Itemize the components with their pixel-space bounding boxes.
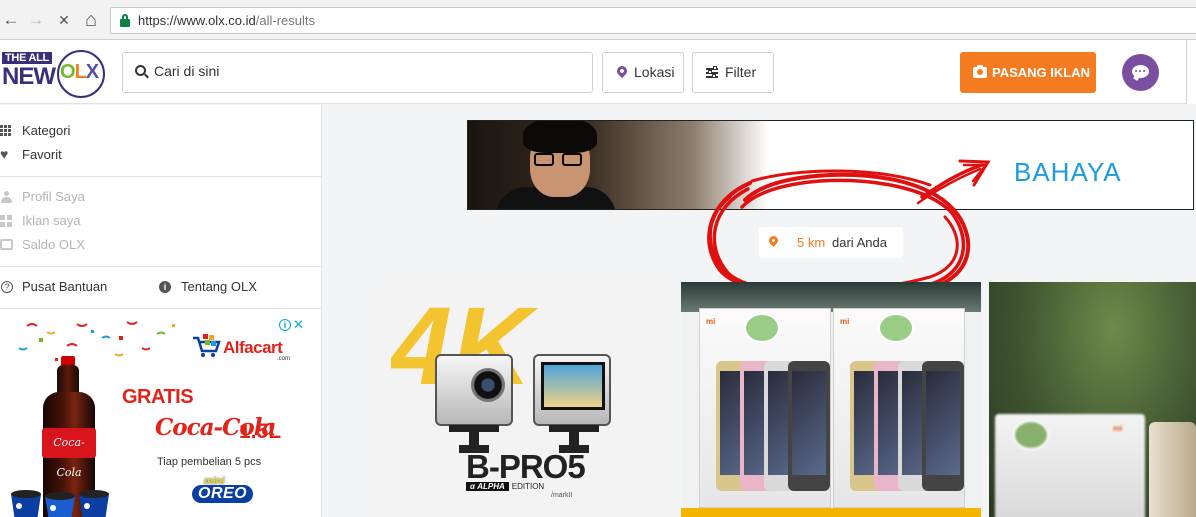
help-icon: ? xyxy=(1,281,13,293)
sidebar-item-label: Favorit xyxy=(22,147,62,162)
search-box[interactable] xyxy=(122,52,593,93)
sidebar-divider xyxy=(0,266,322,267)
ads-icon xyxy=(0,215,12,227)
location-button[interactable]: Lokasi xyxy=(602,52,684,93)
distance-filter[interactable]: 5 km dari Anda xyxy=(759,227,903,258)
heart-icon: ♥ xyxy=(0,146,9,162)
action-camera-front xyxy=(435,354,513,426)
listing-card[interactable]: 4K B-PRO5 α ALPHA EDITION /markII xyxy=(373,282,673,517)
sidebar-divider xyxy=(0,176,322,177)
search-input[interactable] xyxy=(154,63,574,79)
ad-gratis: GRATIS xyxy=(122,386,194,408)
listing-card[interactable]: mi xyxy=(989,282,1196,517)
logo-wordmark: OLX xyxy=(60,61,99,83)
promo-banner[interactable]: BAHAYA xyxy=(467,120,1194,210)
product-box: mi xyxy=(995,414,1145,517)
url-host: https://www.olx.co.id xyxy=(138,13,256,28)
home-icon[interactable]: ⌂ xyxy=(80,9,102,31)
sticker xyxy=(744,313,780,343)
url-path: /all-results xyxy=(255,13,316,28)
oreo-brand: OREO xyxy=(192,485,254,503)
bottle-label: Coca-Cola xyxy=(42,428,96,479)
search-icon xyxy=(135,65,149,79)
grid-icon xyxy=(0,125,12,137)
adchoices-info-icon[interactable]: i xyxy=(279,319,291,331)
listing-model: /markII xyxy=(551,492,573,499)
location-label: Lokasi xyxy=(634,64,675,80)
alfacart-domain: .com xyxy=(277,356,291,362)
back-icon[interactable]: ← xyxy=(0,9,22,31)
ad-size: 1.5L xyxy=(239,420,282,443)
post-ad-button[interactable]: PASANG IKLAN xyxy=(960,52,1096,93)
logo-new: NEW xyxy=(2,63,56,90)
location-pin-icon xyxy=(614,63,630,79)
sidebar: Kategori ♥ Favorit Profil Saya Iklan say… xyxy=(0,105,322,517)
4k-graphic: 4K xyxy=(391,304,539,394)
wallet-icon xyxy=(0,239,13,250)
sidebar-item-label: Kategori xyxy=(22,123,71,138)
confetti-graphic xyxy=(18,321,175,361)
cart-icon xyxy=(193,334,221,357)
listing-product: B-PRO5 xyxy=(466,448,586,485)
chat-button[interactable] xyxy=(1122,54,1159,91)
site-header: THE ALL NEW OLX Lokasi Filter PASANG IKL… xyxy=(0,40,1196,104)
sticker xyxy=(878,313,914,343)
chat-icon xyxy=(1132,65,1149,81)
help-label: Pusat Bantuan xyxy=(22,279,108,294)
post-ad-label: PASANG IKLAN xyxy=(992,65,1090,80)
scrollbar[interactable] xyxy=(1186,40,1196,104)
camera-icon xyxy=(973,65,987,78)
ad-terms: Tiap pembelian 5 pcs xyxy=(157,456,262,468)
adchoices[interactable]: i ✕ xyxy=(278,318,306,332)
phone-box: mi xyxy=(833,308,965,508)
olx-logo[interactable]: THE ALL NEW OLX xyxy=(0,49,108,98)
listing-edition: α ALPHA EDITION xyxy=(466,482,544,491)
card-footer-bar xyxy=(681,508,981,517)
sidebar-divider xyxy=(0,308,322,309)
oreo-cups-image xyxy=(11,490,109,517)
address-bar[interactable]: https://www.olx.co.id/all-results xyxy=(110,7,1196,34)
url-text: https://www.olx.co.id/all-results xyxy=(138,13,315,28)
user-icon xyxy=(1,191,12,203)
adchoices-close-icon[interactable]: ✕ xyxy=(293,318,304,333)
browser-toolbar: ← → ✕ ⌂ https://www.olx.co.id/all-result… xyxy=(0,0,1196,40)
filter-label: Filter xyxy=(725,64,757,80)
distance-value: 5 km xyxy=(797,235,826,250)
power-bank-image xyxy=(1149,422,1196,517)
sidebar-item-label: Iklan saya xyxy=(22,213,81,228)
sidebar-item-label: Profil Saya xyxy=(22,189,85,204)
forward-icon[interactable]: → xyxy=(25,9,47,31)
sidebar-item-label: Saldo OLX xyxy=(22,237,85,252)
banner-photo xyxy=(468,121,768,209)
filter-icon xyxy=(706,66,718,78)
banner-headline: BAHAYA xyxy=(1014,157,1122,187)
info-icon: i xyxy=(159,281,171,293)
lock-icon xyxy=(120,14,130,27)
phone-box: mi xyxy=(699,308,831,508)
alfacart-name: Alfacart xyxy=(223,338,283,357)
distance-suffix: dari Anda xyxy=(832,235,887,250)
filter-button[interactable]: Filter xyxy=(692,52,774,93)
action-camera-back xyxy=(533,354,611,426)
about-label: Tentang OLX xyxy=(181,279,257,294)
stop-icon[interactable]: ✕ xyxy=(53,9,75,31)
listing-card[interactable]: mi mi xyxy=(681,282,981,517)
side-advertisement[interactable]: Coca-Cola Alfacart .com i ✕ GRATIS Coca-… xyxy=(7,318,306,517)
distance-pin-icon xyxy=(767,234,780,248)
oreo-logo: mini OREO xyxy=(190,476,260,506)
